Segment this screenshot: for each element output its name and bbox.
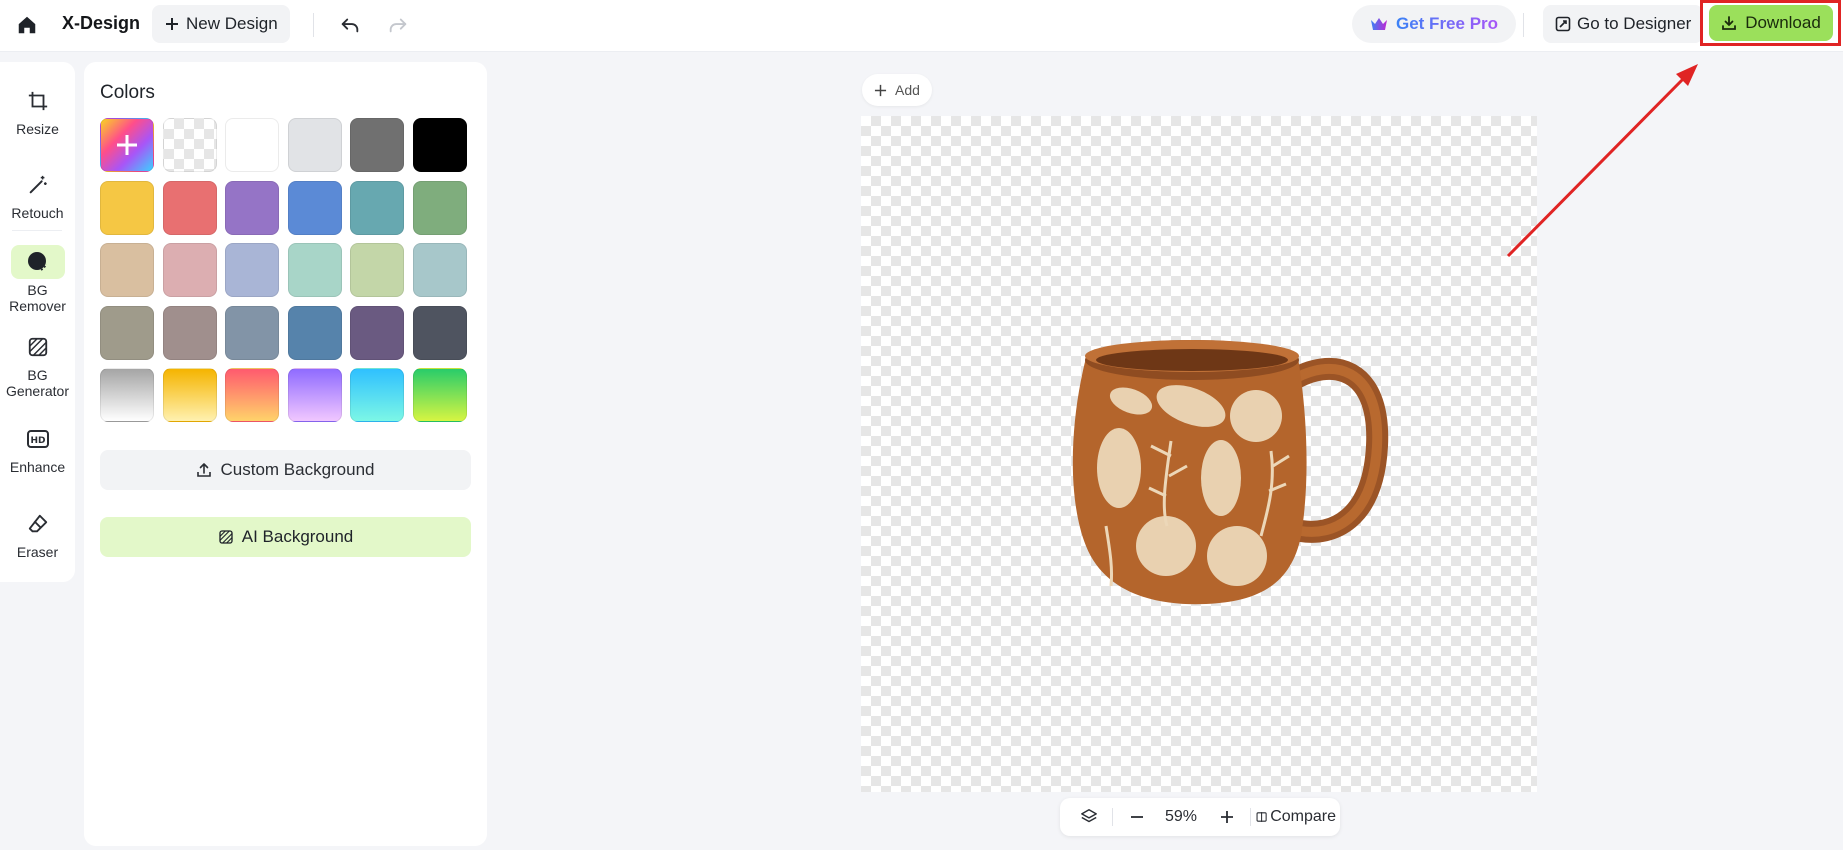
color-swatch[interactable] xyxy=(412,118,467,172)
divider xyxy=(1523,13,1524,37)
tool-rail: Resize Retouch BG Remover BG Generator H… xyxy=(0,62,75,582)
color-swatch[interactable] xyxy=(287,180,342,235)
color-swatch[interactable] xyxy=(350,180,404,235)
ai-background-button[interactable]: AI Background xyxy=(100,517,471,557)
zoom-level: 59% xyxy=(1164,808,1198,825)
swatch-grad-purple[interactable] xyxy=(287,368,342,422)
color-swatch[interactable] xyxy=(100,305,154,360)
swatch-transparent[interactable] xyxy=(162,118,217,172)
svg-text:HD: HD xyxy=(30,436,45,446)
tool-label: BG Generator xyxy=(5,367,70,399)
tool-eraser[interactable]: Eraser xyxy=(0,507,75,560)
color-swatch[interactable] xyxy=(225,243,279,297)
tool-retouch[interactable]: Retouch xyxy=(0,168,75,221)
color-swatch[interactable] xyxy=(225,180,279,235)
redo-icon[interactable] xyxy=(384,11,412,39)
annotation-arrow xyxy=(1506,64,1698,258)
plus-icon xyxy=(166,18,178,30)
divider xyxy=(1112,808,1113,826)
plus-icon xyxy=(874,84,887,96)
plus-icon xyxy=(1221,811,1233,823)
crown-icon xyxy=(1371,18,1387,30)
divider xyxy=(313,13,314,37)
app-title: X-Design xyxy=(62,13,141,33)
layers-icon[interactable] xyxy=(1074,798,1104,836)
bg-generator-icon xyxy=(11,330,65,364)
color-swatch[interactable] xyxy=(350,243,404,297)
tool-label: Resize xyxy=(16,121,59,137)
crop-icon xyxy=(11,84,65,118)
download-button[interactable]: Download xyxy=(1709,5,1833,41)
minus-icon xyxy=(1131,816,1143,818)
new-design-button[interactable]: New Design xyxy=(152,5,290,43)
swatch-grad-gray[interactable] xyxy=(100,368,154,422)
custom-background-button[interactable]: Custom Background xyxy=(100,450,471,490)
divider xyxy=(1250,808,1251,826)
add-label: Add xyxy=(895,82,920,98)
zoom-out-button[interactable] xyxy=(1120,798,1154,836)
color-swatch[interactable] xyxy=(225,305,279,360)
compare-label: Compare xyxy=(1270,808,1336,825)
color-swatch[interactable] xyxy=(162,180,217,235)
get-free-pro-button[interactable]: Get Free Pro xyxy=(1352,5,1517,43)
color-swatch[interactable] xyxy=(100,180,154,235)
bottom-toolbar: 59% Compare xyxy=(1060,798,1340,836)
swatch-grad-cyan[interactable] xyxy=(350,368,404,422)
color-swatch[interactable] xyxy=(412,180,467,235)
color-swatch[interactable] xyxy=(412,243,467,297)
mug-image xyxy=(1072,340,1389,605)
compare-icon xyxy=(1256,812,1267,822)
swatch-grad-red[interactable] xyxy=(225,368,279,422)
color-swatch[interactable] xyxy=(225,118,279,172)
download-icon xyxy=(1722,16,1737,30)
hd-icon: HD xyxy=(11,422,65,456)
tool-enhance[interactable]: HD Enhance xyxy=(0,422,75,475)
custom-background-label: Custom Background xyxy=(220,460,375,479)
upload-icon xyxy=(197,463,212,477)
download-label: Download xyxy=(1745,13,1821,32)
color-swatch[interactable] xyxy=(287,118,342,172)
color-swatch[interactable] xyxy=(412,305,467,360)
color-swatch[interactable] xyxy=(287,305,342,360)
go-to-designer-label: Go to Designer xyxy=(1577,14,1692,33)
zoom-in-button[interactable] xyxy=(1210,798,1244,836)
divider xyxy=(12,230,62,231)
colors-panel: Colors Custom Background AI Background xyxy=(84,62,487,846)
go-to-designer-button[interactable]: Go to Designer xyxy=(1543,5,1704,43)
tool-bg-remover[interactable]: BG Remover xyxy=(0,245,75,314)
tool-label: BG Remover xyxy=(9,282,66,314)
image-canvas[interactable] xyxy=(861,116,1537,792)
color-swatch[interactable] xyxy=(162,305,217,360)
plus-icon xyxy=(117,135,137,155)
color-swatch[interactable] xyxy=(350,118,404,172)
home-icon[interactable] xyxy=(14,12,40,38)
tool-bg-generator[interactable]: BG Generator xyxy=(0,330,75,399)
color-swatch[interactable] xyxy=(162,243,217,297)
add-button[interactable]: Add xyxy=(862,74,932,106)
compare-button[interactable]: Compare xyxy=(1256,798,1336,836)
custom-color-swatch[interactable] xyxy=(100,118,154,172)
swatch-grad-green[interactable] xyxy=(412,368,467,422)
color-swatch[interactable] xyxy=(100,243,154,297)
color-swatch[interactable] xyxy=(350,305,404,360)
tool-label: Eraser xyxy=(16,544,59,560)
new-design-label: New Design xyxy=(186,14,278,33)
tool-label: Enhance xyxy=(9,459,66,475)
tool-resize[interactable]: Resize xyxy=(0,84,75,137)
get-free-pro-label: Get Free Pro xyxy=(1396,14,1499,33)
magic-wand-icon xyxy=(11,168,65,202)
swatch-grad-yellow[interactable] xyxy=(162,368,217,422)
eraser-icon xyxy=(11,507,65,541)
bg-remover-icon xyxy=(10,245,65,279)
designer-icon xyxy=(1555,16,1571,32)
color-swatch[interactable] xyxy=(287,243,342,297)
top-bar: X-Design New Design Get Free Pro Go to D… xyxy=(0,0,1843,52)
panel-title: Colors xyxy=(100,82,155,103)
bg-generator-icon xyxy=(219,530,233,544)
undo-icon[interactable] xyxy=(336,11,364,39)
ai-background-label: AI Background xyxy=(241,527,354,546)
tool-label: Retouch xyxy=(11,205,64,221)
